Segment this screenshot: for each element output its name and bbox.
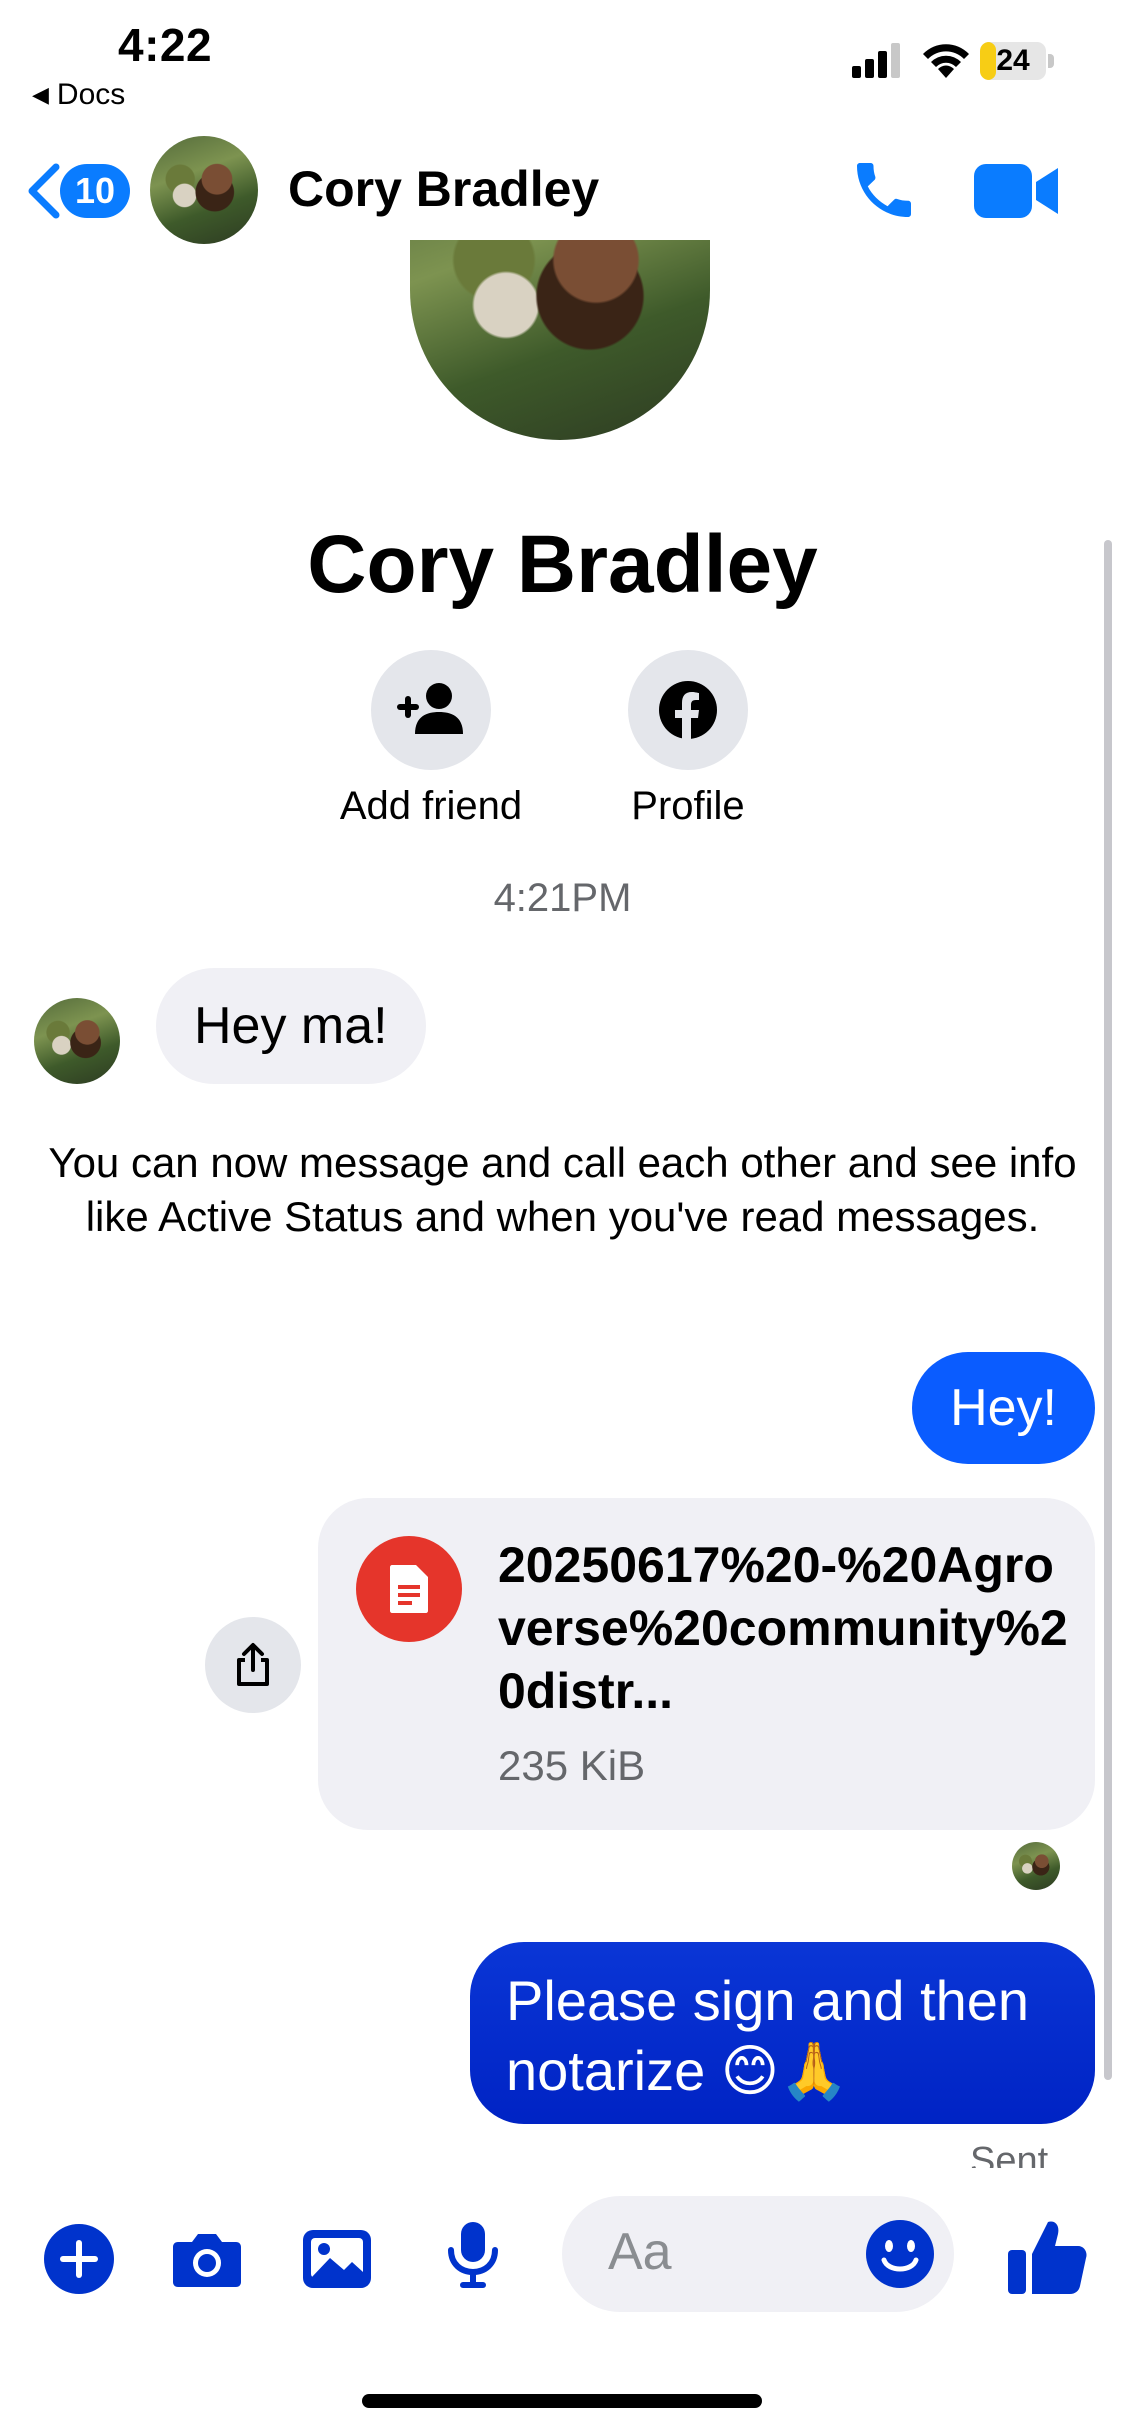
camera-icon[interactable] [170,2222,244,2296]
scrollbar[interactable] [1104,540,1112,2080]
battery-percent: 24 [996,44,1030,77]
video-call-icon[interactable] [974,162,1060,220]
contact-avatar[interactable] [150,136,258,244]
incoming-message-bubble[interactable]: Hey ma! [156,968,426,1084]
attachment-file-name[interactable]: 20250617%20-%20Agroverse%20community%20d… [498,1534,1068,1723]
cellular-signal-icon [852,43,900,78]
wifi-icon [923,44,969,78]
attachment-file-size: 235 KiB [498,1742,646,1789]
thumbs-up-icon[interactable] [1006,2214,1090,2298]
message-input-placeholder: Aa [608,2223,672,2281]
plus-icon[interactable] [42,2222,116,2296]
phone-call-icon[interactable] [848,150,920,230]
facebook-icon [659,681,717,740]
battery-indicator: 24 [980,42,1056,80]
emoji-icon[interactable] [864,2218,936,2290]
view-profile-button[interactable] [628,650,748,770]
share-button[interactable] [205,1617,301,1713]
add-friend-button[interactable] [371,650,491,770]
share-icon [237,1643,269,1686]
conversation-timestamp: 4:21PM [493,876,632,920]
profile-photo [410,240,710,440]
outgoing-message-bubble[interactable]: Hey! [912,1352,1095,1464]
profile-label: Profile [631,784,745,828]
status-time: 4:22 [118,19,213,71]
back-to-docs-link[interactable]: ◀ Docs [32,78,125,112]
unread-count-badge: 10 [60,164,130,218]
outgoing-message-bubble-2[interactable]: Please sign and then notarize 😊🙏 [470,1942,1095,2124]
add-person-icon [397,683,463,734]
microphone-icon[interactable] [436,2218,510,2292]
sender-avatar[interactable] [34,998,120,1084]
photo-gallery-icon[interactable] [300,2222,374,2296]
pdf-file-icon [356,1536,462,1642]
read-receipt-avatar [1012,1842,1060,1890]
back-triangle-icon: ◀ [32,82,49,107]
chevron-left-icon [28,163,60,219]
system-notice: You can now message and call each other … [48,1139,1077,1240]
back-app-label: Docs [56,78,126,111]
back-button[interactable]: 10 [24,156,134,226]
profile-name: Cory Bradley [307,519,818,610]
home-indicator[interactable] [362,2394,762,2408]
contact-name[interactable]: Cory Bradley [288,160,599,218]
add-friend-label: Add friend [339,784,523,828]
